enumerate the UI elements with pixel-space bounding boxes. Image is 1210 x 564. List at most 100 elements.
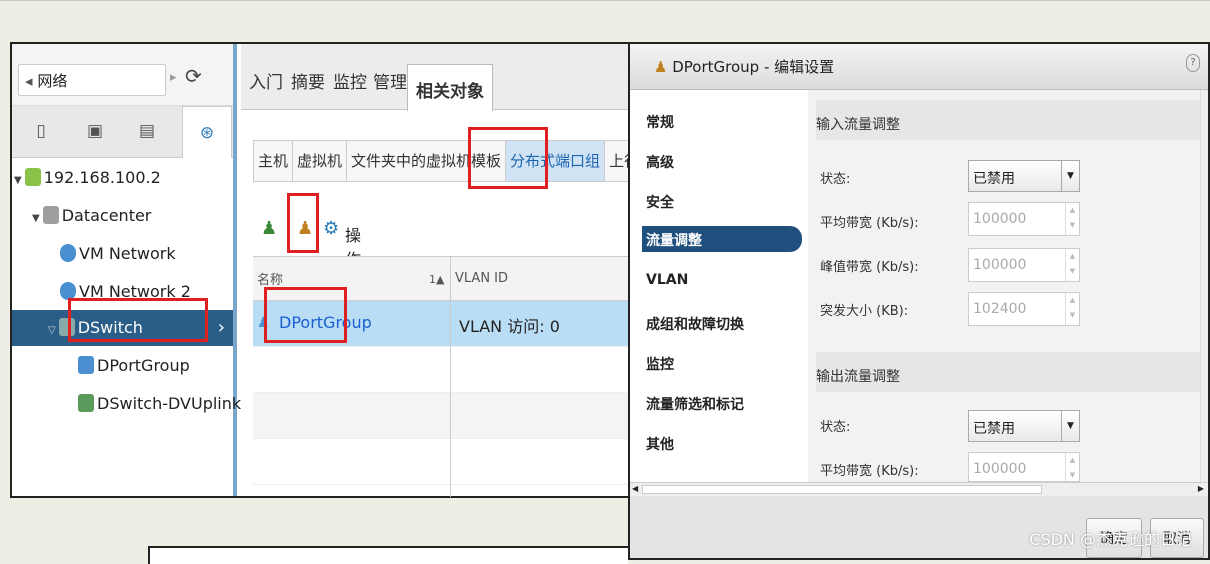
sort-number: 1 [429,273,436,286]
subtab-vms[interactable]: 虚拟机 [293,141,348,181]
nav-vlan[interactable]: VLAN [646,272,688,288]
object-tabs: 入门 摘要 监控 管理 相关对象 [241,44,633,111]
tree-label: Datacenter [61,206,152,225]
tree-label: DPortGroup [97,356,190,375]
expand-icon[interactable]: ▼ [32,213,40,224]
tab-summary[interactable]: 摘要 [291,68,325,93]
egress-status-select[interactable]: 已禁用 ▼ [968,410,1080,442]
tree-label: VM Network [79,244,176,263]
empty-row [253,347,633,393]
tab-monitor[interactable]: 监控 [333,68,367,93]
settings-nav: 常规 高级 安全 流量调整 VLAN 成组和故障切换 监控 流量筛选和标记 其他 [630,90,806,482]
background-window-edge [148,546,628,564]
subtab-hosts[interactable]: 主机 [254,141,294,181]
col-name-header[interactable]: 名称 [257,269,283,288]
ingress-avg-input[interactable]: 100000 ▲ ▼ [968,202,1080,236]
egress-heading-label: 输出流量调整 [816,369,900,385]
input-value: 100000 [973,211,1027,227]
scroll-left-icon[interactable]: ◀ [632,484,638,493]
nav-security[interactable]: 安全 [646,192,674,212]
egress-heading: 输出流量调整 [816,352,1200,392]
portgroup-icon: ♟ [654,58,668,76]
scroll-thumb[interactable] [642,485,1042,494]
ingress-status-select[interactable]: 已禁用 ▼ [968,160,1080,192]
tab-manage[interactable]: 管理 [373,68,407,93]
storage-icon[interactable]: ▤ [132,116,162,146]
nav-traffic-shaping[interactable]: 流量调整 [642,226,802,252]
egress-status-label: 状态: [820,420,851,435]
inventory-tabs: ▯ ▣ ▤ ⊛ [12,106,233,158]
input-value: 100000 [973,461,1027,477]
tree-item-datacenter[interactable]: ▼ Datacenter [32,198,151,234]
vcenter-icon [24,168,41,186]
gear-icon[interactable]: ⚙ [323,218,339,239]
nav-advanced[interactable]: 高级 [646,152,674,172]
tree-label: 192.168.100.2 [43,168,161,187]
spinner-icon[interactable]: ▲ ▼ [1065,203,1079,235]
input-value: 100000 [973,257,1027,273]
sort-indicator[interactable]: 1▲ [429,273,444,286]
tree-item-vm-network[interactable]: VM Network [60,236,176,272]
column-divider [450,257,451,497]
highlight-edit-button [287,193,319,253]
tree-item-vcenter[interactable]: ▼ 192.168.100.2 [14,160,161,196]
horizontal-scrollbar[interactable]: ◀ ▶ [630,482,1208,496]
top-line [0,0,1210,1]
vertical-scrollbar[interactable] [1200,90,1208,482]
highlight-portgroup-link [264,287,347,343]
spinner-icon[interactable]: ▲ ▼ [1065,453,1079,481]
scroll-right-icon[interactable]: ▶ [1198,484,1204,493]
new-portgroup-icon[interactable]: ♟ [261,218,277,239]
tree-item-dportgroup[interactable]: DPortGroup [78,348,190,384]
chevron-down-icon: ▼ [1061,411,1079,441]
main-pane: 入门 摘要 监控 管理 相关对象 主机虚拟机文件夹中的虚拟机模板分布式端口组上行… [241,44,633,497]
egress-avg-input[interactable]: 100000 ▲ ▼ [968,452,1080,482]
ingress-heading: 输入流量调整 [816,100,1200,140]
dialog-body: 常规 高级 安全 流量调整 VLAN 成组和故障切换 监控 流量筛选和标记 其他… [630,90,1208,482]
ingress-burst-label: 突发大小 (KB): [820,304,909,319]
select-value: 已禁用 [973,421,1015,437]
chevron-left-icon: ◂ [25,72,33,90]
chevron-right-icon[interactable]: › [218,310,225,346]
ingress-peak-input[interactable]: 100000 ▲ ▼ [968,248,1080,282]
col-vlan-header[interactable]: VLAN ID [455,271,508,286]
back-button[interactable]: ◂ 网络 [18,64,166,96]
egress-avg-label: 平均带宽 (Kb/s): [820,464,919,479]
spinner-icon[interactable]: ▲ ▼ [1065,293,1079,325]
vms-templates-icon[interactable]: ▣ [80,116,110,146]
nav-general[interactable]: 常规 [646,112,674,132]
dialog-title-bar: ♟ DPortGroup - 编辑设置 ? [630,44,1208,90]
ingress-status-label: 状态: [820,172,851,187]
history-icon[interactable]: ⟳ [185,64,202,88]
nav-traffic-filtering[interactable]: 流量筛选和标记 [646,394,744,414]
spinner-icon[interactable]: ▲ ▼ [1065,249,1079,281]
tab-getting-started[interactable]: 入门 [249,68,283,93]
network-tab-icon[interactable]: ⊛ [182,106,232,158]
ingress-avg-label: 平均带宽 (Kb/s): [820,216,919,231]
navigator-pane: ◂ 网络 ▸ ⟳ ▯ ▣ ▤ ⊛ ▼ 192.168.100.2 ▼ Datacen… [12,44,276,496]
edit-settings-dialog: ♟ DPortGroup - 编辑设置 ? 常规 高级 安全 流量调整 VLAN… [628,42,1210,560]
expand-icon[interactable]: ▼ [14,175,22,186]
help-icon[interactable]: ? [1186,54,1200,72]
forward-icon[interactable]: ▸ [170,70,177,85]
hosts-clusters-icon[interactable]: ▯ [26,116,56,146]
select-value: 已禁用 [973,171,1015,187]
ingress-burst-input[interactable]: 102400 ▲ ▼ [968,292,1080,326]
tab-related-objects[interactable]: 相关对象 [407,64,493,111]
expand-icon[interactable]: ▽ [48,325,56,336]
related-subtabs: 主机虚拟机文件夹中的虚拟机模板分布式端口组上行链路端口组 [253,140,633,182]
highlight-dswitch [68,298,208,342]
empty-row [253,393,633,439]
chevron-down-icon: ▼ [1061,161,1079,191]
nav-miscellaneous[interactable]: 其他 [646,434,674,454]
navigator-header: ◂ 网络 ▸ ⟳ [12,44,233,106]
datacenter-icon [42,206,59,224]
nav-monitoring[interactable]: 监控 [646,354,674,374]
nav-teaming-failover[interactable]: 成组和故障切换 [646,314,744,334]
highlight-portgroup-tab [468,127,548,189]
network-icon [60,244,76,262]
uplink-icon [78,394,94,412]
watermark: CSDN @杰克逊的日记 [1029,530,1192,549]
vlan-cell: VLAN 访问: 0 [459,317,560,336]
dialog-title: DPortGroup - 编辑设置 [672,58,835,76]
